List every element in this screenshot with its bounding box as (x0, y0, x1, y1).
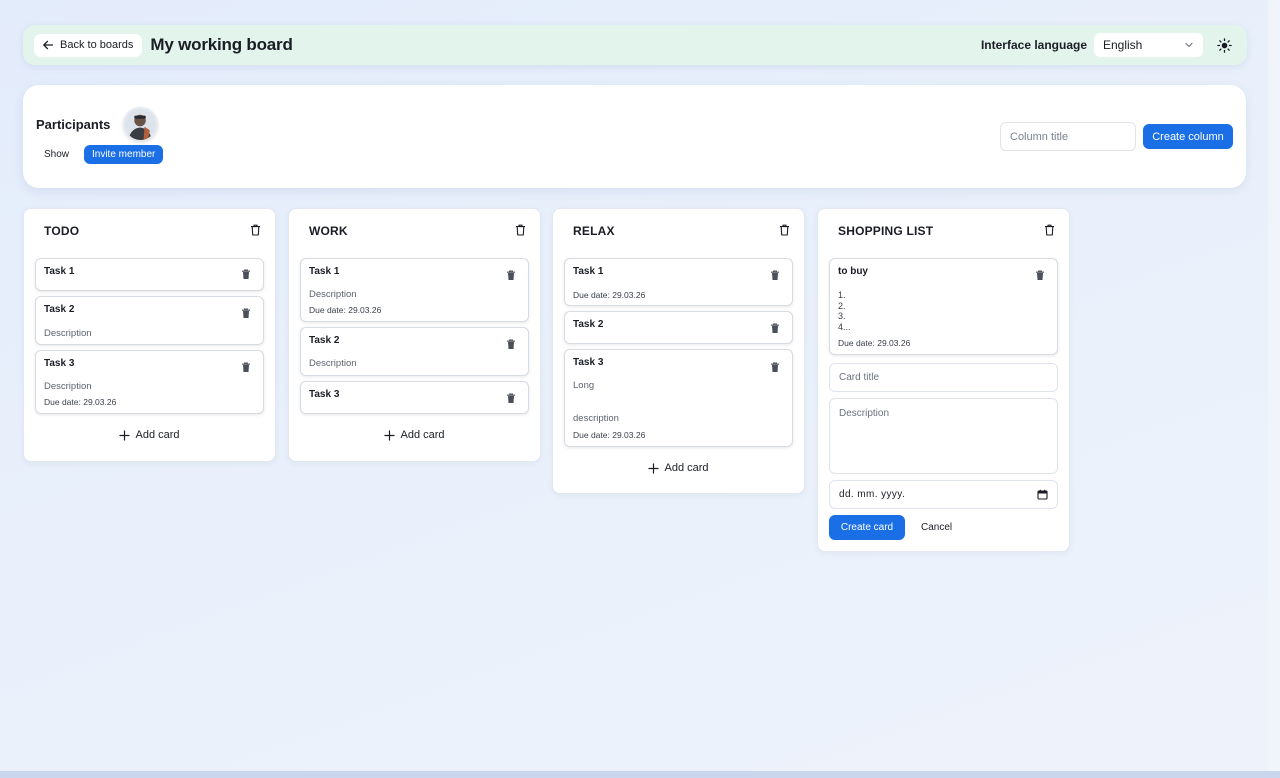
card-description-textarea[interactable]: Description (829, 398, 1058, 474)
sun-icon (1216, 37, 1232, 53)
card-title: Task 2 (309, 335, 340, 346)
card-title: Task 1 (309, 266, 340, 277)
plus-icon (119, 429, 131, 441)
card-title: Task 2 (44, 304, 75, 315)
page-scrollbar-horizontal[interactable] (0, 771, 1280, 778)
column-title-input[interactable]: Column title (1000, 122, 1136, 151)
interface-language-label: Interface language (980, 38, 1087, 52)
add-card-button[interactable]: Add card (24, 429, 275, 441)
card-description: 1. 2. 3. 4... (838, 290, 851, 332)
delete-column-icon[interactable] (1044, 224, 1055, 236)
card-due-date: Due date: 29.03.26 (573, 290, 646, 300)
participants-panel: Participants Show Invite member Column t… (23, 85, 1246, 188)
delete-card-icon[interactable] (506, 393, 516, 404)
invite-member-button[interactable]: Invite member (84, 145, 164, 164)
column-work: WORK Task 1 Description Due date: 29.03.… (288, 208, 541, 462)
arrow-left-icon (43, 40, 54, 50)
delete-card-icon[interactable] (506, 339, 516, 350)
column-shopping-list: SHOPPING LIST to buy 1. 2. 3. 4... Due d… (817, 208, 1070, 552)
create-card-button[interactable]: Create card (829, 515, 905, 540)
add-card-label: Add card (664, 462, 709, 474)
add-card-button[interactable]: Add card (289, 429, 540, 441)
delete-column-icon[interactable] (250, 224, 261, 236)
avatar[interactable] (123, 107, 158, 142)
card[interactable]: Task 3 Long description Due date: 29.03.… (564, 349, 793, 447)
delete-card-icon[interactable] (506, 270, 516, 281)
card[interactable]: Task 1 Due date: 29.03.26 (564, 258, 793, 306)
card-title: Task 3 (44, 358, 75, 369)
top-bar: Back to boards My working board Interfac… (23, 25, 1247, 65)
card[interactable]: Task 2 Description (300, 327, 529, 376)
card[interactable]: Task 2 (564, 311, 793, 344)
card-title: Task 1 (573, 266, 604, 277)
due-date-input[interactable]: dd. mm. yyyy. (829, 480, 1058, 509)
card[interactable]: Task 3 Description Due date: 29.03.26 (35, 350, 264, 414)
calendar-icon[interactable] (1037, 489, 1048, 500)
card-due-date: Due date: 29.03.26 (309, 305, 382, 315)
add-card-label: Add card (400, 429, 445, 441)
language-select-value: English (1103, 38, 1143, 52)
delete-column-icon[interactable] (779, 224, 790, 236)
column-title: SHOPPING LIST (838, 224, 934, 238)
back-to-boards-label: Back to boards (60, 39, 134, 51)
card-description: Description (309, 289, 357, 300)
card-title: Task 3 (309, 389, 340, 400)
card-title: Task 3 (573, 357, 604, 368)
column-relax: RELAX Task 1 Due date: 29.03.26 Task 2 T… (552, 208, 805, 494)
plus-icon (648, 462, 660, 474)
column-todo: TODO Task 1 Task 2 Description Task 3 De… (23, 208, 276, 462)
show-participants-button[interactable]: Show (44, 149, 69, 160)
card-due-date: Due date: 29.03.26 (573, 430, 646, 440)
delete-card-icon[interactable] (1035, 270, 1045, 281)
add-card-button[interactable]: Add card (553, 462, 804, 474)
card-due-date: Due date: 29.03.26 (838, 338, 911, 348)
card-title: to buy (838, 266, 868, 277)
delete-card-icon[interactable] (241, 308, 251, 319)
delete-card-icon[interactable] (770, 270, 780, 281)
card-description: Description (44, 328, 92, 339)
card-description: Long description (573, 380, 619, 424)
delete-card-icon[interactable] (241, 269, 251, 280)
card-description: Description (44, 381, 92, 392)
column-title: RELAX (573, 224, 615, 238)
card-title: Task 1 (44, 266, 75, 277)
board-title: My working board (150, 35, 293, 54)
due-date-placeholder: dd. mm. yyyy. (839, 489, 906, 500)
card-title: Task 2 (573, 319, 604, 330)
card-description: Description (309, 358, 357, 369)
participants-label: Participants (36, 117, 111, 132)
delete-column-icon[interactable] (515, 224, 526, 236)
card[interactable]: Task 1 Description Due date: 29.03.26 (300, 258, 529, 322)
theme-toggle-button[interactable] (1212, 33, 1236, 57)
card-due-date: Due date: 29.03.26 (44, 397, 117, 407)
back-to-boards-button[interactable]: Back to boards (34, 33, 143, 57)
card[interactable]: Task 2 Description (35, 296, 264, 345)
card[interactable]: Task 1 (35, 258, 264, 291)
avatar-photo (125, 109, 156, 140)
column-title: WORK (309, 224, 348, 238)
delete-card-icon[interactable] (241, 362, 251, 373)
card[interactable]: to buy 1. 2. 3. 4... Due date: 29.03.26 (829, 258, 1058, 355)
column-title: TODO (44, 224, 80, 238)
add-card-label: Add card (135, 429, 180, 441)
plus-icon (384, 429, 396, 441)
create-column-button[interactable]: Create column (1143, 124, 1233, 149)
delete-card-icon[interactable] (770, 323, 780, 334)
cancel-button[interactable]: Cancel (921, 522, 952, 533)
card[interactable]: Task 3 (300, 381, 529, 414)
chevron-down-icon (1185, 42, 1193, 48)
delete-card-icon[interactable] (770, 362, 780, 373)
card-title-input[interactable]: Card title (829, 363, 1058, 392)
page-scrollbar-track[interactable] (1268, 0, 1280, 778)
language-select[interactable]: English (1094, 33, 1203, 57)
